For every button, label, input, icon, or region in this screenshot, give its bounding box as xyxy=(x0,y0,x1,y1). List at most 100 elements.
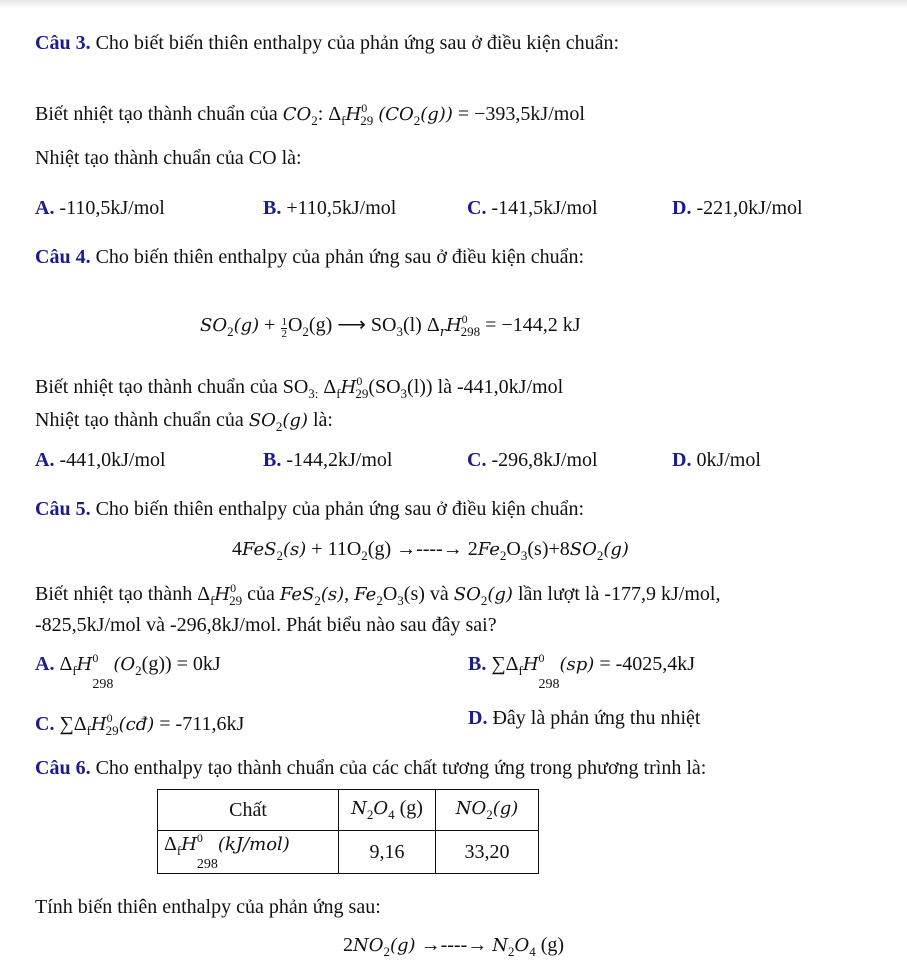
text-run: O xyxy=(382,583,398,605)
math-run: FeS xyxy=(242,539,277,560)
question-label: D. xyxy=(468,707,488,729)
question-label: C. xyxy=(467,197,487,219)
math-run: H xyxy=(340,377,357,398)
text-run: 4 xyxy=(232,538,242,560)
math-run: SO xyxy=(248,410,276,431)
math-run: H xyxy=(445,315,462,336)
denominator: 2 xyxy=(281,328,287,340)
text-run: 33,20 xyxy=(464,840,510,863)
text-run: (g) xyxy=(394,797,423,819)
math-run: FeS xyxy=(279,584,315,605)
q5-option-c[interactable]: C. ∑ΔfH029(cđ) = -711,6kJ xyxy=(35,706,244,743)
q4-option-b[interactable]: B. -144,2kJ/mol xyxy=(263,448,392,472)
text-run: (g)) = 0kJ xyxy=(141,653,221,675)
math-run: (CO xyxy=(378,104,414,125)
q3-option-c[interactable]: C. -141,5kJ/mol xyxy=(467,196,598,220)
math-run: (g) xyxy=(390,935,416,956)
math-run: 29 xyxy=(105,723,119,738)
q5-given-1: Biết nhiệt tạo thành ΔfH029 của FeS2(s),… xyxy=(35,576,720,613)
question-label: D. xyxy=(672,197,692,219)
q6-equation: 2NO2(g) →----→ N2O4 (g) xyxy=(343,933,564,964)
q4-title: Câu 4. Cho biến thiên enthalpy của phản … xyxy=(35,245,584,269)
text-run: Δ xyxy=(164,833,177,855)
math-run: NO xyxy=(455,798,487,819)
text-run: O xyxy=(506,538,521,560)
text-run: Biết nhiệt tạo thành chuẩn của SO xyxy=(35,376,309,398)
text-run: 2 xyxy=(343,934,353,956)
q3-option-d[interactable]: D. -221,0kJ/mol xyxy=(672,196,803,220)
text-run: Δ xyxy=(318,376,337,398)
text-run: = -4025,4kJ xyxy=(594,653,696,675)
q5-option-d[interactable]: D. Đây là phản ứng thu nhiệt xyxy=(468,706,700,730)
math-run: (g) xyxy=(233,315,260,336)
text-run: (g) xyxy=(535,934,565,956)
math-run: (kJ/mol) xyxy=(217,834,290,855)
table-cell: NO2(g) xyxy=(435,789,539,831)
math-run: (s) xyxy=(320,584,345,605)
math-run: O xyxy=(373,798,389,819)
math-run: 298 xyxy=(92,677,114,692)
text-run: + 11O xyxy=(306,538,362,560)
text-run: (SO xyxy=(368,376,401,398)
math-run: Fe xyxy=(354,584,377,605)
top-shadow xyxy=(0,0,907,8)
q5-option-a[interactable]: A. ΔfH0298(O2(g)) = 0kJ xyxy=(35,646,221,697)
math-run: 29 xyxy=(355,386,369,401)
math-run: 0 xyxy=(92,651,99,665)
text-run: -296,8kJ/mol xyxy=(486,449,598,471)
text-run: = -711,6kJ xyxy=(154,713,245,735)
text-run: là: xyxy=(307,409,333,431)
text-run: -441,0kJ/mol xyxy=(54,449,166,471)
enthalpy-table: Chất N2O4 (g) NO2(g) ΔfH0298(kJ/mol) 9,1… xyxy=(157,789,539,874)
q4-option-a[interactable]: A. -441,0kJ/mol xyxy=(35,448,166,472)
question-label: A. xyxy=(35,197,55,219)
math-run: CO xyxy=(282,104,312,125)
q5-option-b[interactable]: B. ∑ΔfH0298(sp) = -4025,4kJ xyxy=(468,646,695,697)
q4-equation: SO2(g) + 1 2 O2(g) ⟶ SO3(l) ΔrH0298 = −144… xyxy=(200,307,580,345)
math-run: (s) xyxy=(283,539,307,560)
text-run: lần lượt là -177,9 kJ/mol, xyxy=(512,583,721,605)
q3-option-a[interactable]: A. -110,5kJ/mol xyxy=(35,196,165,220)
math-run: N xyxy=(351,798,367,819)
text-run: (g) →----→ 2 xyxy=(367,538,478,560)
text-run: Biết nhiệt tạo thành Δ xyxy=(35,583,211,605)
text-run: = −393,5kJ/mol xyxy=(452,103,585,125)
math-run: NO xyxy=(353,935,384,956)
question-label: Câu 3. xyxy=(35,32,91,54)
math-run: (g) xyxy=(603,539,629,560)
text-run: ∑Δ xyxy=(486,653,519,675)
text-run: -110,5kJ/mol xyxy=(54,197,165,219)
text-run: ∑Δ xyxy=(54,713,87,735)
math-run: H xyxy=(345,104,362,125)
q6-question: Tính biến thiên enthalpy của phản ứng sa… xyxy=(35,895,381,919)
text-run: (l) Δ xyxy=(402,314,440,336)
text-run: Nhiệt tạo thành chuẩn của CO là: xyxy=(35,147,302,169)
q5-title: Câu 5. Cho biến thiên enthalpy của phản … xyxy=(35,497,584,521)
text-run: (s)+8 xyxy=(527,538,570,560)
math-run: 29 xyxy=(229,593,243,608)
text-run: Cho enthalpy tạo thành chuẩn của các chấ… xyxy=(90,757,707,779)
q4-option-c[interactable]: C. -296,8kJ/mol xyxy=(467,448,598,472)
math-run: H xyxy=(214,584,231,605)
text-run: Nhiệt tạo thành chuẩn của xyxy=(35,409,249,431)
q3-option-b[interactable]: B. +110,5kJ/mol xyxy=(263,196,396,220)
math-run: N xyxy=(492,935,508,956)
math-run: (g) xyxy=(282,410,308,431)
text-run: Đây là phản ứng thu nhiệt xyxy=(487,707,701,729)
math-run: H xyxy=(90,714,107,735)
table-row: ΔfH0298(kJ/mol) 9,16 33,20 xyxy=(157,830,539,874)
table-cell: 9,16 xyxy=(338,830,436,874)
text-run: 9,16 xyxy=(369,840,405,863)
question-label: A. xyxy=(35,653,55,675)
math-run: (cđ) xyxy=(118,714,155,735)
math-run: 298 xyxy=(538,677,560,692)
text-run: (s) và xyxy=(403,583,454,605)
text-run: = −144,2 kJ xyxy=(480,314,581,336)
q3-given: Biết nhiệt tạo thành chuẩn của CO2: ΔfH0… xyxy=(35,96,585,133)
text-run: Chất xyxy=(229,798,267,821)
math-run: (g)) xyxy=(420,104,453,125)
table-cell: 33,20 xyxy=(435,830,539,874)
q5-given-2: -825,5kJ/mol và -296,8kJ/mol. Phát biểu … xyxy=(35,613,497,637)
q4-option-d[interactable]: D. 0kJ/mol xyxy=(672,448,761,472)
question-label: A. xyxy=(35,449,55,471)
